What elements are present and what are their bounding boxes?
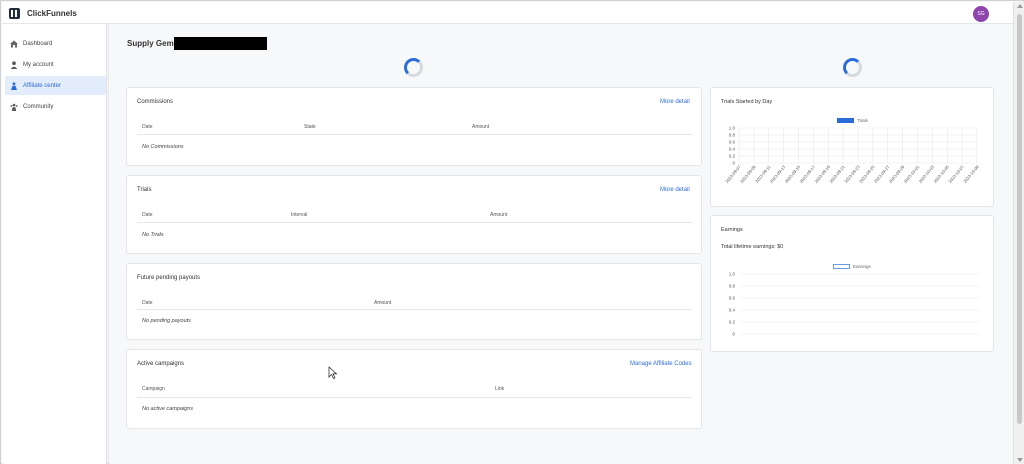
sidebar-item-label: My account — [23, 61, 54, 68]
manage-affiliate-codes-link[interactable]: Manage Affiliate Codes — [630, 361, 692, 367]
active-campaigns-card: Active campaigns Manage Affiliate Codes … — [126, 349, 702, 429]
earnings-chart: 1.0 0.8 0.6 0.4 0.2 0 — [729, 272, 979, 337]
sidebar-item-label: Community — [23, 103, 54, 110]
y-tick-label: 0.2 — [729, 320, 736, 325]
community-icon — [10, 103, 18, 111]
brand-name[interactable]: ClickFunnels — [27, 9, 77, 18]
divider — [137, 222, 692, 223]
sidebar: Dashboard My account Affiliate center Co… — [2, 24, 107, 464]
earnings-card: Earnings Total lifetime earnings: $0 Ear… — [710, 215, 994, 352]
sidebar-item-affiliate-center[interactable]: Affiliate center — [5, 76, 106, 95]
empty-state: No active campaigns — [142, 406, 194, 412]
empty-state: No Commissions — [142, 144, 184, 150]
column-header-state: State — [304, 124, 316, 130]
redacted-block — [174, 37, 267, 50]
y-tick-label: 0.6 — [729, 296, 736, 301]
sidebar-item-label: Dashboard — [23, 40, 53, 47]
clickfunnels-logo-icon[interactable] — [9, 8, 21, 19]
app-window: ClickFunnels SG Dashboard My account Aff… — [0, 0, 1024, 464]
user-icon — [10, 60, 18, 69]
divider — [137, 134, 692, 135]
y-tick-label: 0.4 — [729, 308, 736, 313]
y-tick-label: 0.4 — [729, 147, 736, 152]
scroll-down-icon[interactable] — [1017, 458, 1023, 462]
avatar[interactable]: SG — [973, 6, 989, 22]
page-title: Supply Gem — [127, 39, 174, 48]
y-tick-label: 1.0 — [729, 126, 736, 131]
scroll-thumb[interactable] — [1017, 14, 1022, 424]
column-header-date: Date — [142, 124, 153, 130]
y-tick-label: 0.8 — [729, 284, 736, 289]
top-bar: ClickFunnels SG — [2, 2, 1013, 24]
card-title: Trials — [137, 187, 152, 193]
column-header-date: Date — [142, 300, 153, 306]
mouse-cursor-icon — [328, 366, 338, 379]
commissions-more-detail-link[interactable]: More detail — [660, 99, 690, 105]
trials-more-detail-link[interactable]: More detail — [660, 187, 690, 193]
column-header-link: Link — [495, 386, 505, 392]
column-header-interval: Interval — [291, 212, 308, 218]
sidebar-item-community[interactable]: Community — [5, 97, 106, 116]
column-header-amount: Amount — [490, 212, 508, 218]
vertical-scrollbar[interactable] — [1013, 2, 1024, 464]
sidebar-item-dashboard[interactable]: Dashboard — [5, 34, 106, 53]
y-tick-label: 0 — [732, 332, 735, 337]
column-header-amount: Amount — [374, 300, 392, 306]
sidebar-item-label: Affiliate center — [23, 82, 61, 89]
y-tick-label: 0.8 — [729, 133, 736, 138]
sidebar-item-my-account[interactable]: My account — [5, 55, 106, 74]
column-header-amount: Amount — [472, 124, 490, 130]
trials-chart-card: Trials Started by Day Trials 1.0 0.8 0.6 0.… — [710, 87, 994, 207]
home-icon — [10, 40, 18, 48]
affiliate-icon — [10, 81, 18, 90]
loading-spinner-icon — [404, 58, 423, 77]
commissions-card: Commissions More detail Date State Amoun… — [126, 87, 702, 166]
card-title: Future pending payouts — [137, 275, 201, 281]
y-tick-label: 0.6 — [729, 140, 736, 145]
y-tick-label: 0.2 — [729, 154, 736, 159]
card-title: Active campaigns — [137, 361, 185, 367]
divider — [137, 309, 692, 310]
pending-payouts-card: Future pending payouts Date Amount No pe… — [126, 263, 702, 340]
card-title: Commissions — [137, 99, 174, 105]
trials-card: Trials More detail Date Interval Amount … — [126, 175, 702, 254]
column-header-campaign: Campaign — [142, 386, 165, 392]
loading-spinner-icon — [843, 58, 862, 77]
divider — [137, 397, 692, 398]
empty-state: No pending payouts — [142, 318, 191, 324]
column-header-date: Date — [142, 212, 153, 218]
scroll-up-icon[interactable] — [1017, 4, 1023, 8]
trials-chart: 1.00.80.60.40.202023-09-072023-09-092023… — [724, 126, 980, 185]
x-tick-label: 2023-10-09 — [962, 164, 980, 184]
empty-state: No Trials — [142, 232, 164, 238]
y-tick-label: 1.0 — [729, 272, 736, 277]
y-tick-label: 0 — [732, 161, 735, 166]
